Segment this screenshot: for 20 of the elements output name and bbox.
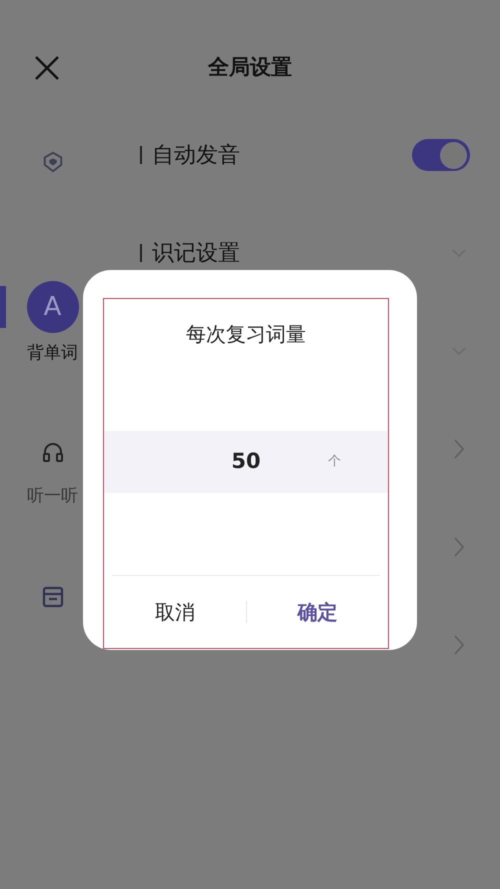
close-icon[interactable] <box>34 55 60 81</box>
picker-highlight[interactable]: 50 个 <box>104 431 388 493</box>
chevron-right-icon <box>454 537 464 557</box>
toggle-switch[interactable] <box>412 139 470 171</box>
headphones-icon[interactable] <box>40 440 64 464</box>
unit-label: 个 <box>328 453 341 472</box>
setting-label: 识记设置 <box>152 240 240 268</box>
chevron-right-icon <box>454 635 464 655</box>
section-marker <box>140 146 142 164</box>
picker-value: 50 <box>231 448 261 476</box>
shield-icon[interactable] <box>42 150 64 174</box>
avatar-icon[interactable]: A <box>26 281 78 333</box>
chevron-right-icon <box>454 439 464 459</box>
dialog-title: 每次复习词量 <box>185 321 307 348</box>
cancel-button[interactable]: 取消 <box>104 582 246 642</box>
section-marker <box>140 244 142 262</box>
confirm-button[interactable]: 确定 <box>246 582 388 642</box>
setting-label: 自动发音 <box>152 142 240 170</box>
page-title: 全局设置 <box>208 54 292 82</box>
sidebar-label[interactable]: 背单词 <box>27 341 78 366</box>
